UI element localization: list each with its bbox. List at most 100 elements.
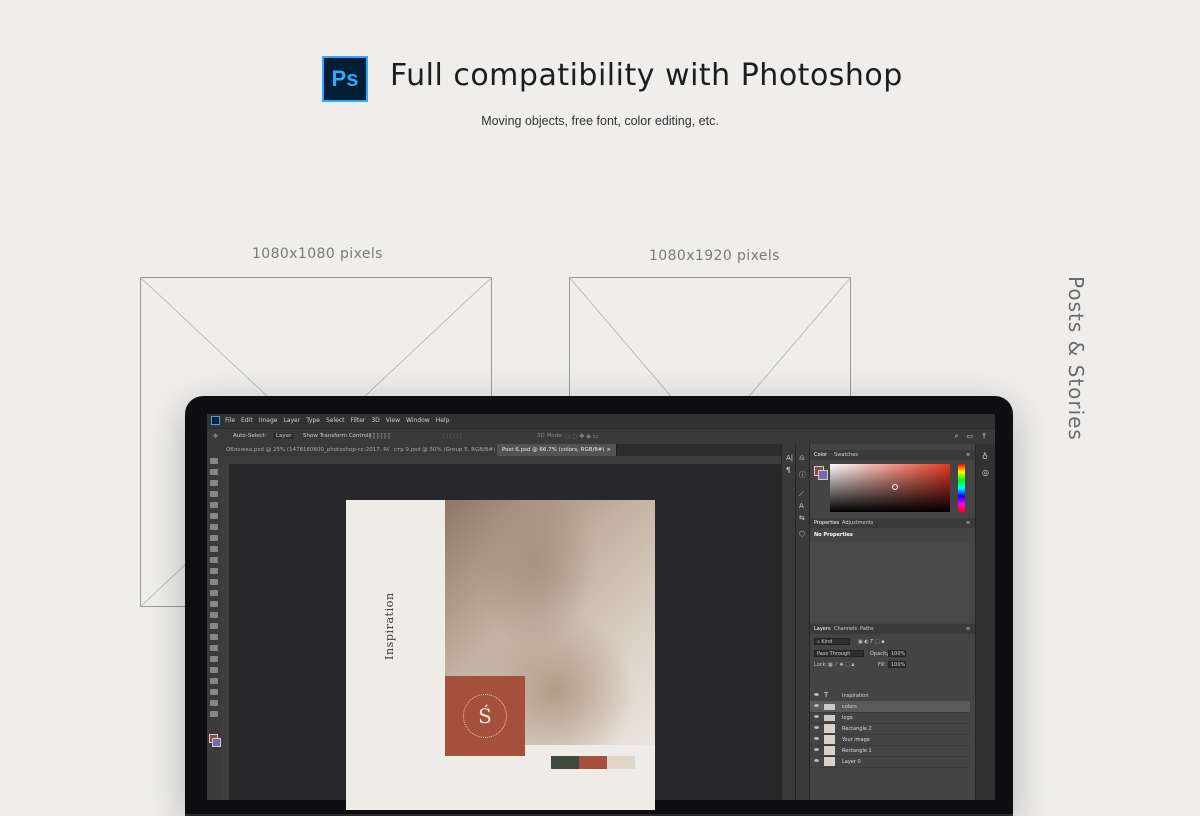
tool-icon[interactable] bbox=[210, 458, 218, 464]
properties-content bbox=[810, 542, 970, 622]
document-artboard[interactable]: Inspiration Ś bbox=[346, 500, 655, 810]
workspace-icon[interactable]: ▭ bbox=[967, 432, 974, 441]
menu-edit[interactable]: Edit bbox=[241, 417, 253, 424]
menu-image[interactable]: Image bbox=[259, 417, 278, 424]
tool-icon[interactable] bbox=[210, 700, 218, 706]
3d-icon[interactable]: ⬡ bbox=[799, 530, 805, 538]
tool-icon[interactable] bbox=[210, 502, 218, 508]
tab-layers[interactable]: Layers bbox=[814, 626, 831, 632]
menu-window[interactable]: Window bbox=[406, 417, 430, 424]
layer-name: logo bbox=[842, 715, 853, 721]
tool-icon[interactable] bbox=[210, 557, 218, 563]
panel-menu-icon[interactable]: ≡ bbox=[966, 626, 970, 632]
tool-icon[interactable] bbox=[210, 689, 218, 695]
menu-type[interactable]: Type bbox=[306, 417, 320, 424]
distribute-icons[interactable]: ⫶ ⫶ ⫶ ⫶ ⫶ ⫶ bbox=[443, 433, 462, 441]
menu-select[interactable]: Select bbox=[326, 417, 345, 424]
tab-channels[interactable]: Channels bbox=[834, 626, 857, 632]
move-tool-icon[interactable]: ✥ bbox=[213, 433, 218, 440]
tab-color[interactable]: Color bbox=[814, 452, 827, 458]
layer-row[interactable]: Layer 0 bbox=[810, 756, 970, 768]
visibility-eye-icon[interactable] bbox=[814, 693, 819, 696]
glyphs-icon[interactable]: A bbox=[799, 502, 804, 510]
background-color-icon[interactable] bbox=[212, 738, 221, 747]
adjust-icon[interactable]: ⇆ bbox=[799, 514, 805, 522]
libraries-icon[interactable]: ◎ bbox=[982, 468, 989, 477]
tool-icon[interactable] bbox=[210, 623, 218, 629]
align-icons[interactable]: ⫿ ⫿ ⫿ ⫿ ⫿ ⫿ bbox=[369, 433, 390, 441]
tool-icon[interactable] bbox=[210, 711, 218, 717]
tool-icon[interactable] bbox=[210, 634, 218, 640]
paragraph-icon[interactable]: ¶ bbox=[786, 466, 790, 474]
tool-icon[interactable] bbox=[210, 678, 218, 684]
menu-filter[interactable]: Filter bbox=[351, 417, 366, 424]
tool-icon[interactable] bbox=[210, 579, 218, 585]
tool-icon[interactable] bbox=[210, 612, 218, 618]
menu-layer[interactable]: Layer bbox=[283, 417, 300, 424]
tool-icon[interactable] bbox=[210, 491, 218, 497]
layer-kind-filter[interactable]: ⌕ Kind bbox=[814, 638, 850, 645]
horizontal-ruler[interactable] bbox=[221, 456, 781, 465]
tool-icon[interactable] bbox=[210, 656, 218, 662]
visibility-eye-icon[interactable] bbox=[814, 748, 819, 751]
tool-icon[interactable] bbox=[210, 667, 218, 673]
color-picker-field[interactable] bbox=[830, 464, 950, 512]
menu-view[interactable]: View bbox=[386, 417, 400, 424]
tab-paths[interactable]: Paths bbox=[860, 626, 874, 632]
panel-icons-strip: A| ¶ bbox=[781, 444, 796, 800]
tool-icon[interactable] bbox=[210, 469, 218, 475]
visibility-eye-icon[interactable] bbox=[814, 704, 819, 707]
layer-thumbnail bbox=[824, 757, 835, 766]
tool-icon[interactable] bbox=[210, 524, 218, 530]
document-tab[interactable]: Post 6.psd @ 66.7% (colors, RGB/8#) × bbox=[497, 444, 617, 456]
visibility-eye-icon[interactable] bbox=[814, 726, 819, 729]
layers-panel-tabs: Layers Channels Paths ≡ bbox=[810, 624, 976, 634]
auto-select-dropdown[interactable]: Layer bbox=[273, 433, 295, 439]
tool-icon[interactable] bbox=[210, 546, 218, 552]
character-icon[interactable]: A| bbox=[786, 454, 793, 462]
menu-help[interactable]: Help bbox=[436, 417, 450, 424]
menu-3d[interactable]: 3D bbox=[371, 417, 379, 424]
blend-mode-select[interactable]: Pass Through bbox=[814, 650, 864, 657]
menu-file[interactable]: File bbox=[225, 417, 235, 424]
tool-icon[interactable] bbox=[210, 590, 218, 596]
right-panels: Color Swatches ≡ Properties Adjustments … bbox=[809, 444, 976, 800]
visibility-eye-icon[interactable] bbox=[814, 759, 819, 762]
panel-menu-icon[interactable]: ≡ bbox=[966, 520, 970, 526]
tool-icon[interactable] bbox=[210, 480, 218, 486]
show-transform-checkbox[interactable]: Show Transform Controls bbox=[303, 433, 371, 439]
hue-slider[interactable] bbox=[958, 464, 965, 512]
tab-swatches[interactable]: Swatches bbox=[834, 452, 858, 458]
tool-icon[interactable] bbox=[210, 645, 218, 651]
tool-icon[interactable] bbox=[210, 513, 218, 519]
tab-properties[interactable]: Properties bbox=[814, 520, 839, 526]
kind-label: Kind bbox=[821, 639, 833, 645]
tab-adjustments[interactable]: Adjustments bbox=[842, 520, 873, 526]
tool-icon[interactable] bbox=[210, 535, 218, 541]
picker-cursor[interactable] bbox=[892, 484, 898, 490]
brush-settings-icon[interactable]: ⟋ bbox=[799, 490, 804, 499]
auto-select-checkbox[interactable]: Auto-Select: bbox=[233, 433, 267, 439]
fill-input[interactable]: 100% bbox=[888, 661, 906, 668]
share-icon[interactable]: ⇪ bbox=[981, 432, 987, 441]
filter-icons[interactable]: ▣ ◐ T ⬚ ▪ bbox=[858, 639, 885, 645]
hero-header: Ps Full compatibility with Photoshop Mov… bbox=[0, 0, 1200, 140]
info-icon[interactable]: ⓘ bbox=[799, 470, 806, 480]
document-tab[interactable]: стр 9.psd @ 50% (Group 5, RGB/8#) * × bbox=[389, 444, 512, 456]
tool-icon[interactable] bbox=[210, 601, 218, 607]
search-icon[interactable]: ⌕ bbox=[955, 432, 959, 441]
layer-thumbnail bbox=[824, 735, 835, 744]
3d-tools-icons[interactable]: ◌ ◌ ✥ ◈ ▭ bbox=[565, 433, 598, 440]
page-title: Full compatibility with Photoshop bbox=[390, 58, 903, 93]
visibility-eye-icon[interactable] bbox=[814, 715, 819, 718]
lock-icons[interactable]: ▦ ⟋ ✥ ⬚ 🔒︎ bbox=[828, 662, 854, 668]
history-icon[interactable]: ⎌ bbox=[799, 454, 805, 463]
palette-swatch bbox=[551, 756, 579, 769]
visibility-eye-icon[interactable] bbox=[814, 737, 819, 740]
panel-menu-icon[interactable]: ≡ bbox=[966, 452, 970, 458]
opacity-input[interactable]: 100% bbox=[888, 650, 906, 657]
tool-icon[interactable] bbox=[210, 568, 218, 574]
vertical-ruler[interactable] bbox=[221, 464, 230, 800]
background-color-swatch[interactable] bbox=[818, 470, 828, 480]
learn-icon[interactable]: ♁ bbox=[982, 452, 988, 461]
